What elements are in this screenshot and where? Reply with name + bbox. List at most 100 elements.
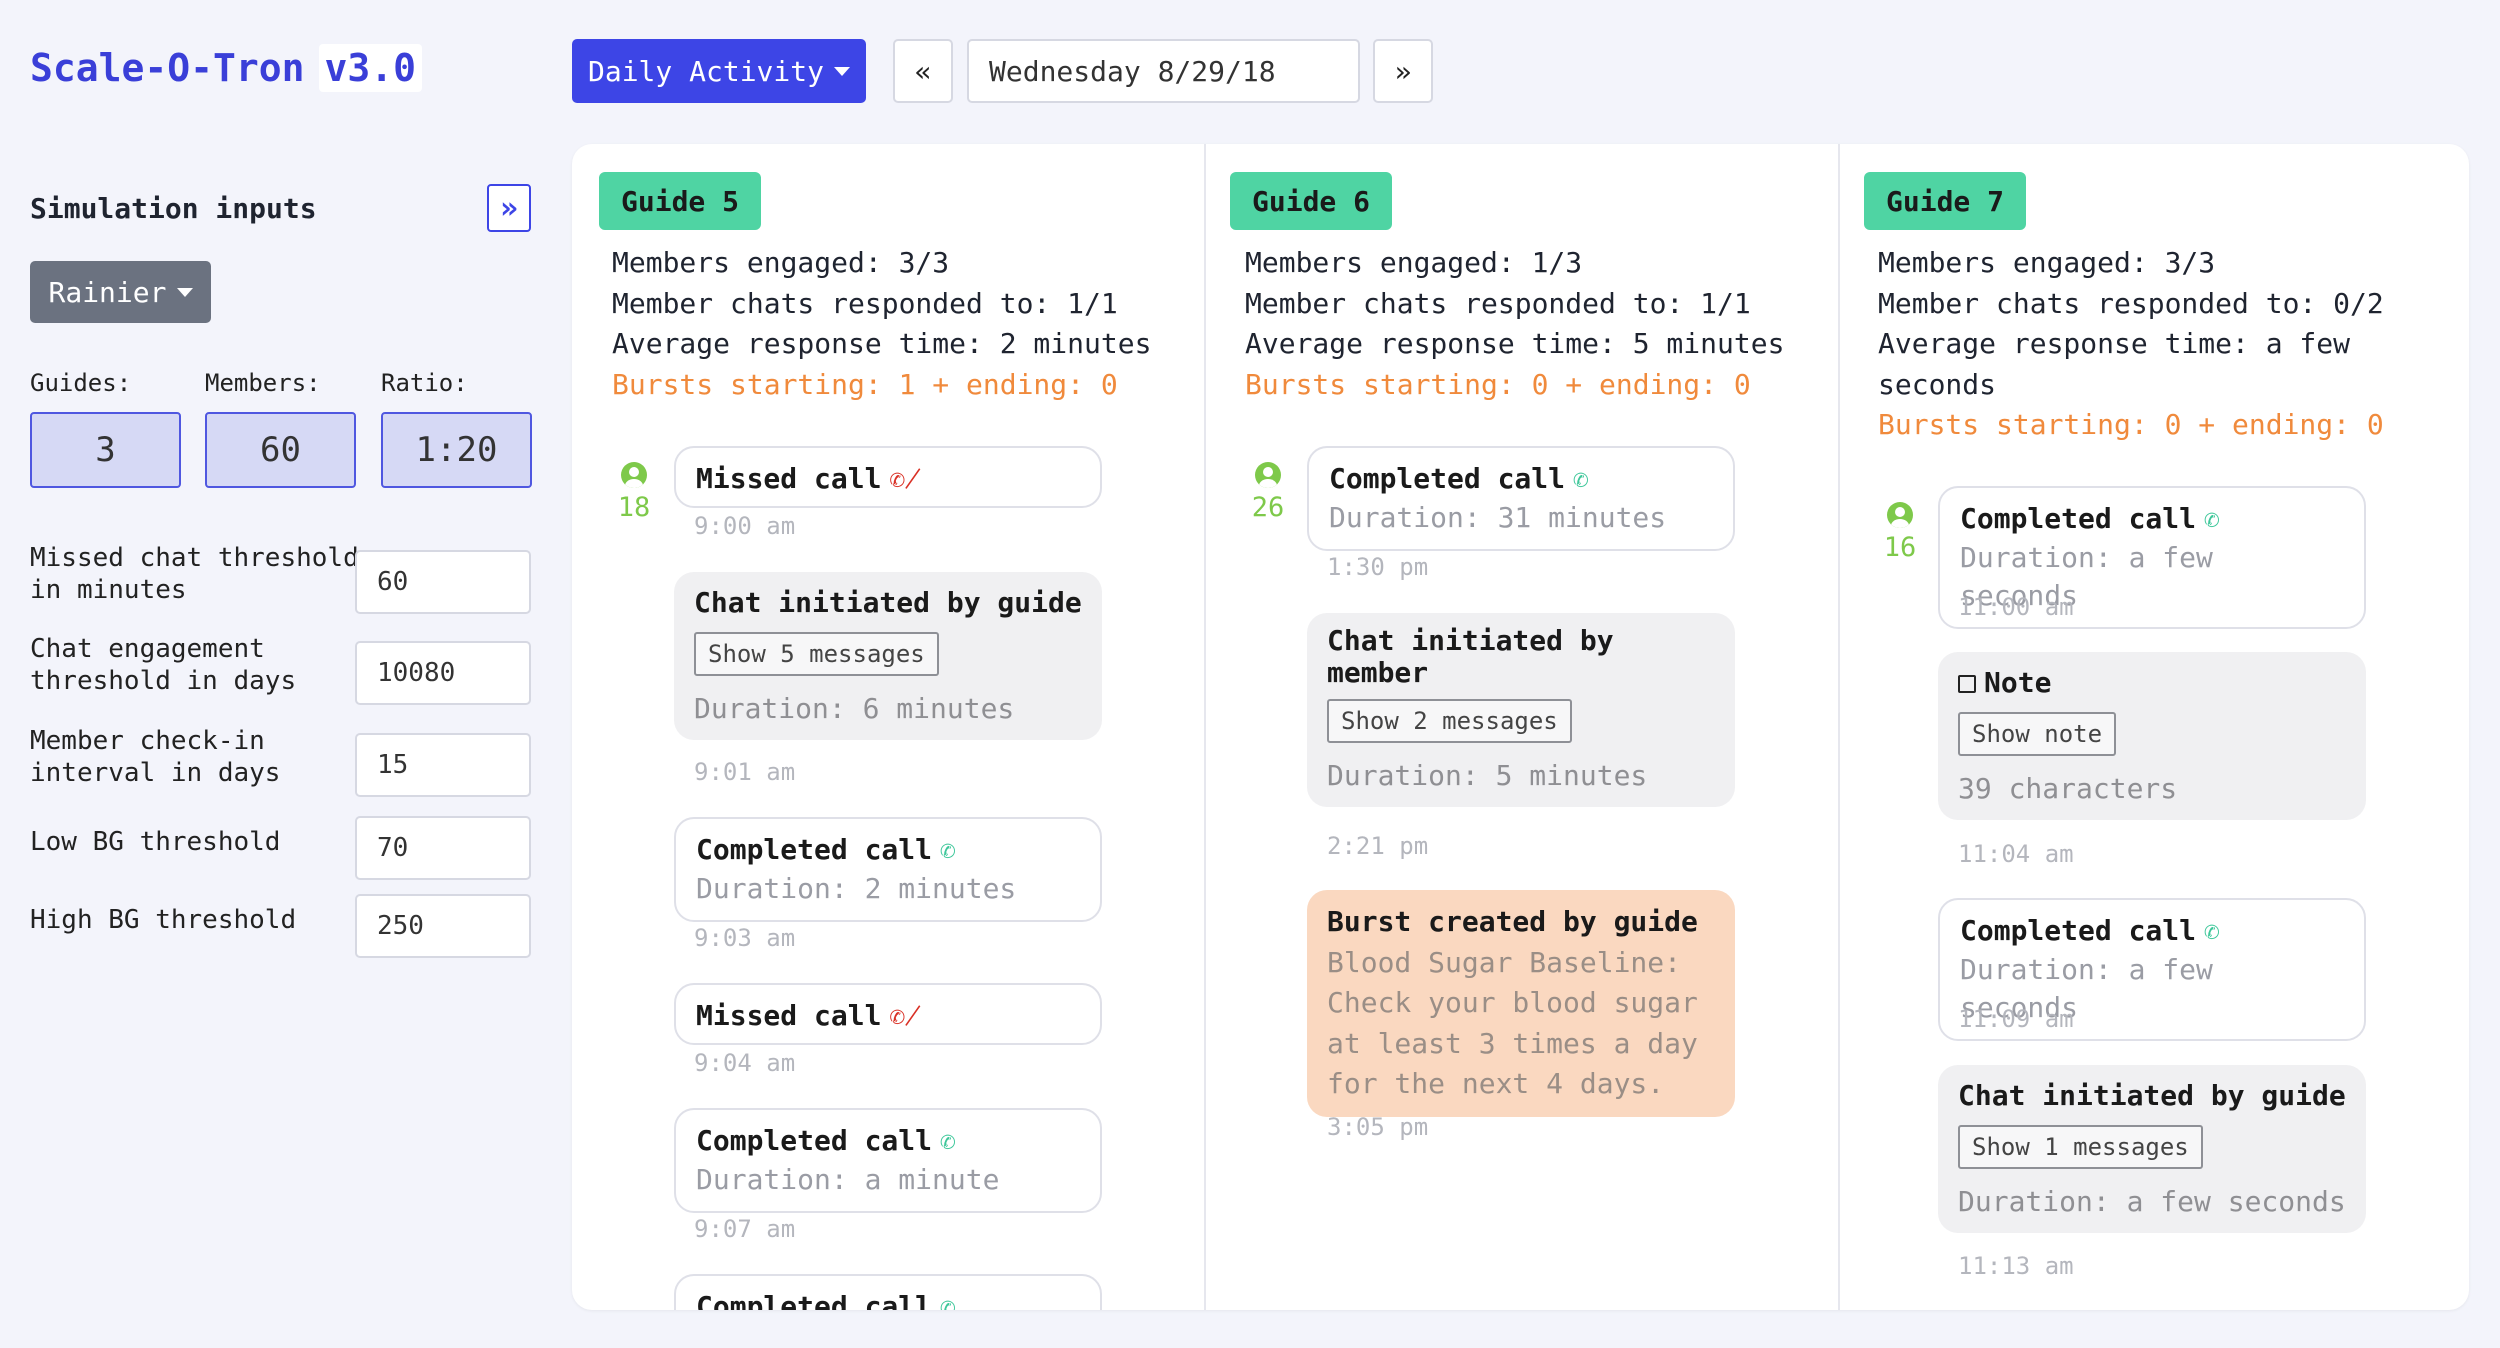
event-card: Completed call ✆ Duration: a minute: [674, 1108, 1102, 1213]
event-card: Missed call ✆̸: [674, 446, 1102, 508]
event-card: Completed call ✆ Duration: 2 minutes: [674, 817, 1102, 922]
next-day-button[interactable]: »: [1373, 39, 1433, 103]
phone-icon: ✆: [940, 836, 956, 866]
event-time: 9:03 am: [694, 924, 796, 952]
person-icon: [621, 462, 647, 488]
event-time: 2:21 pm: [1327, 832, 1429, 860]
event-time: 11:00 am: [1958, 593, 2074, 621]
member-checkin-interval-input[interactable]: [355, 733, 531, 797]
guide-stats: Members engaged: 3/3 Member chats respon…: [1878, 243, 2418, 446]
event-title: Completed call: [696, 833, 933, 866]
event-duration: Duration: 5 minutes: [1327, 759, 1648, 792]
event-time: 11:13 am: [1958, 1252, 2074, 1280]
event-duration: Duration: a minute: [696, 1163, 1000, 1196]
guide-column: Guide 5 Members engaged: 3/3 Member chat…: [572, 144, 1204, 1310]
member-id: 16: [1883, 532, 1917, 563]
event-title: Missed call: [696, 462, 882, 495]
event-time: 9:04 am: [694, 1049, 796, 1077]
show-messages-button[interactable]: Show 5 messages: [694, 632, 939, 676]
low-bg-threshold-label: Low BG threshold: [30, 827, 281, 857]
missed-call-icon: ✆̸: [889, 1002, 921, 1032]
note-length: 39 characters: [1958, 772, 2178, 805]
members-count[interactable]: 60: [205, 412, 356, 488]
event-duration: Duration: 31 minutes: [1329, 501, 1667, 534]
event-time: 1:30 pm: [1327, 553, 1429, 581]
avg-response-time: Average response time: a few seconds: [1878, 327, 2351, 401]
ratio-label: Ratio:: [381, 369, 468, 397]
chat-engagement-threshold-label: Chat engagement threshold in days: [30, 634, 297, 696]
previous-day-button[interactable]: «: [893, 39, 953, 103]
bursts-summary: Bursts starting: 1 + ending: 0: [612, 367, 1118, 401]
members-label: Members:: [205, 369, 321, 397]
app-logo: Scale-O-Tron v3.0: [30, 44, 423, 92]
members-engaged: Members engaged: 1/3: [1245, 246, 1583, 279]
caret-down-icon: [834, 66, 850, 76]
phone-icon: ✆: [2204, 917, 2220, 947]
event-title: Burst created by guide: [1327, 905, 1698, 938]
bursts-summary: Bursts starting: 0 + ending: 0: [1245, 367, 1751, 401]
high-bg-threshold-input[interactable]: [355, 894, 531, 958]
event-title: Chat initiated by guide: [694, 586, 1082, 619]
event-title: Note: [1984, 666, 2052, 699]
avg-response-time: Average response time: 5 minutes: [1245, 327, 1785, 360]
event-duration: Duration: 6 minutes: [694, 692, 1015, 725]
avg-response-time: Average response time: 2 minutes: [612, 327, 1152, 360]
missed-chat-threshold-input[interactable]: [355, 550, 531, 614]
members-engaged: Members engaged: 3/3: [612, 246, 950, 279]
event-duration: Duration: 2 minutes: [696, 872, 1017, 905]
event-title: Completed call: [1329, 462, 1566, 495]
sidebar-title: Simulation inputs: [30, 192, 317, 225]
show-note-button[interactable]: Show note: [1958, 712, 2117, 756]
show-messages-button[interactable]: Show 2 messages: [1327, 699, 1572, 743]
guide-stats: Members engaged: 3/3 Member chats respon…: [612, 243, 1192, 405]
event-card: Completed call ✆ Duration: 31 minutes: [1307, 446, 1735, 551]
daily-activity-panel: Guide 5 Members engaged: 3/3 Member chat…: [572, 144, 2469, 1310]
event-title: Completed call: [696, 1290, 933, 1310]
event-duration: Duration: a few seconds: [1958, 1185, 2346, 1218]
missed-chat-threshold-label: Missed chat threshold in minutes: [30, 543, 359, 605]
members-engaged: Members engaged: 3/3: [1878, 246, 2216, 279]
preset-dropdown-label: Rainier: [48, 275, 167, 309]
member-avatar[interactable]: 16: [1875, 502, 1925, 563]
event-card: Missed call ✆̸: [674, 983, 1102, 1045]
event-time: 9:07 am: [694, 1215, 796, 1243]
ratio-value: 1:20: [381, 412, 532, 488]
member-avatar[interactable]: 26: [1243, 462, 1293, 523]
low-bg-threshold-input[interactable]: [355, 816, 531, 880]
guide-column: Guide 7 Members engaged: 3/3 Member chat…: [1838, 144, 2469, 1310]
show-messages-button[interactable]: Show 1 messages: [1958, 1125, 2203, 1169]
event-time: 9:00 am: [694, 512, 796, 540]
phone-icon: ✆: [1573, 465, 1589, 495]
event-card: Chat initiated by member Show 2 messages…: [1307, 613, 1735, 807]
guide-badge: Guide 7: [1864, 172, 2027, 230]
chats-responded: Member chats responded to: 1/1: [612, 286, 1118, 320]
chat-engagement-threshold-input[interactable]: [355, 641, 531, 705]
guide-stats: Members engaged: 1/3 Member chats respon…: [1245, 243, 1825, 405]
person-icon: [1887, 502, 1913, 528]
chats-responded: Member chats responded to: 0/2: [1878, 286, 2384, 320]
app-version: v3.0: [318, 44, 423, 92]
app-name: Scale-O-Tron: [30, 46, 305, 90]
event-card: Note Show note 39 characters: [1938, 652, 2366, 820]
view-dropdown[interactable]: Daily Activity: [572, 39, 866, 103]
date-field[interactable]: Wednesday 8/29/18: [967, 39, 1360, 103]
event-card: Chat initiated by guide Show 5 messages …: [674, 572, 1102, 740]
guides-count[interactable]: 3: [30, 412, 181, 488]
event-title: Completed call: [696, 1124, 933, 1157]
phone-icon: ✆: [2204, 505, 2220, 535]
caret-down-icon: [176, 287, 193, 297]
guide-badge: Guide 6: [1230, 172, 1393, 230]
collapse-sidebar-button[interactable]: »: [487, 184, 531, 232]
event-card: Chat initiated by guide Show 1 messages …: [1938, 1065, 2366, 1233]
phone-icon: ✆: [940, 1293, 956, 1310]
phone-icon: ✆: [940, 1127, 956, 1157]
member-id: 26: [1251, 492, 1285, 523]
high-bg-threshold-label: High BG threshold: [30, 905, 297, 935]
burst-card: Burst created by guide Blood Sugar Basel…: [1307, 890, 1735, 1117]
event-time: 3:05 pm: [1327, 1113, 1429, 1141]
event-time: 9:01 am: [694, 758, 796, 786]
event-title: Missed call: [696, 999, 882, 1032]
member-avatar[interactable]: 18: [609, 462, 659, 523]
preset-dropdown[interactable]: Rainier: [30, 261, 211, 323]
person-icon: [1255, 462, 1281, 488]
